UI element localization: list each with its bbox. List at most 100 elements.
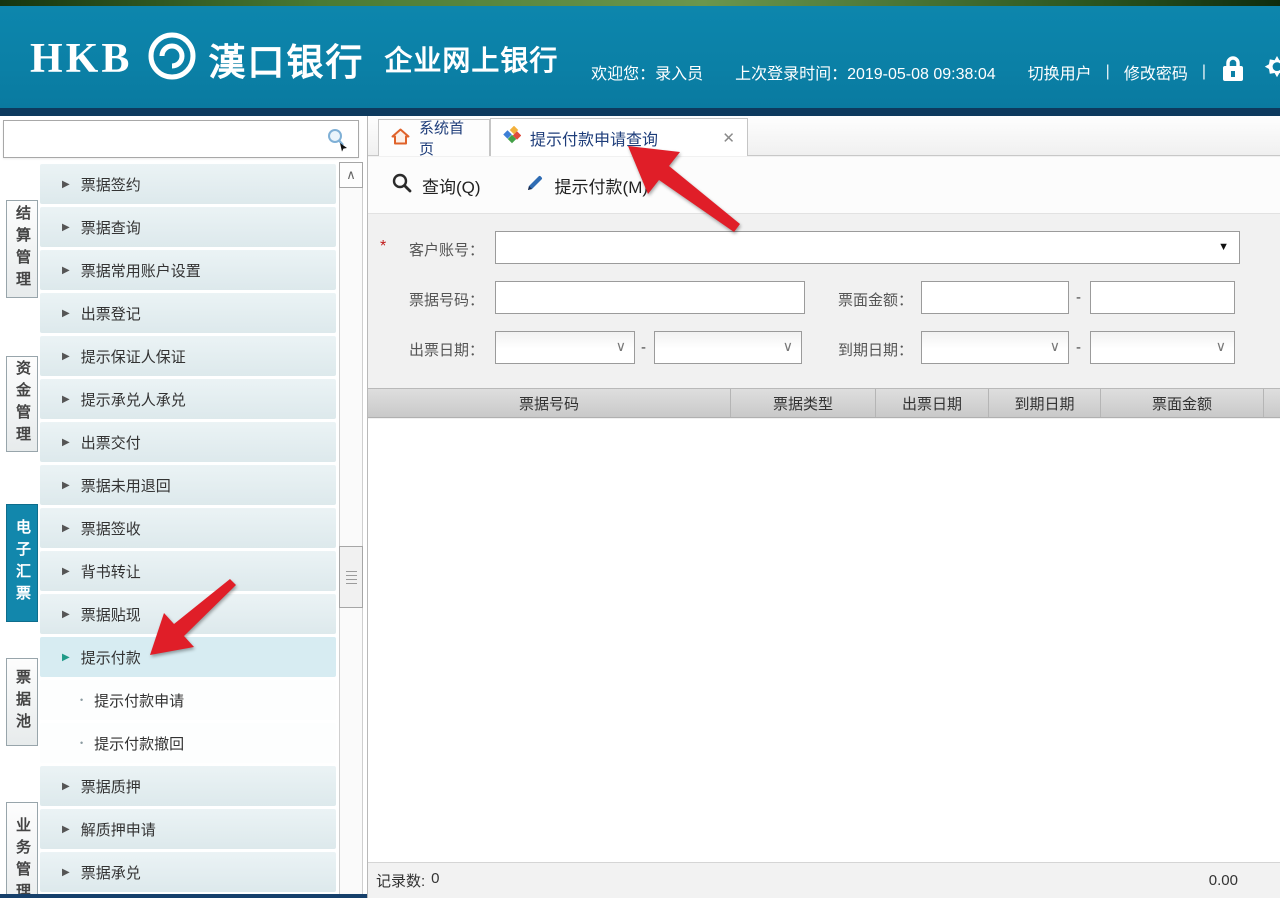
grip-lines-icon [346, 571, 357, 585]
menu-item-pledge[interactable]: ▶票据质押 [40, 766, 336, 806]
menu-item-payment-prompt[interactable]: ▶提示付款 [40, 637, 336, 677]
search-icon [392, 173, 412, 198]
menu-item-issue-deliver[interactable]: ▶出票交付 [40, 422, 336, 462]
column-header-bill-type[interactable]: 票据类型 [731, 389, 876, 417]
switch-user-link[interactable]: 切换用户 [1028, 60, 1092, 84]
caret-right-icon: ▶ [62, 480, 70, 491]
chevron-down-icon: ∨ [1216, 338, 1226, 355]
account-dropdown[interactable]: ▼ [495, 231, 1240, 264]
dropdown-arrow-icon: ▼ [1218, 241, 1229, 253]
separator: | [1106, 63, 1110, 81]
close-icon[interactable]: ✕ [722, 129, 735, 147]
caret-right-icon: ▶ [62, 824, 70, 835]
total-amount: 0.00 [1209, 872, 1238, 889]
menu-item-bill-query[interactable]: ▶票据查询 [40, 207, 336, 247]
menu-item-endorse[interactable]: ▶背书转让 [40, 551, 336, 591]
caret-right-icon: ▶ [62, 781, 70, 792]
main-area: 系统首页 提示付款申请查询 ✕ [368, 116, 1280, 898]
caret-right-icon: ▶ [62, 351, 70, 362]
query-form: * 客户账号： ▼ 票据号码： 票面金额： - 出票日期： ∨ - ∨ 到期日期… [368, 214, 1280, 378]
hkb-logo-text: HKB [30, 35, 132, 83]
scrollbar-thumb[interactable] [339, 546, 363, 608]
query-button[interactable]: 查询(Q) [392, 173, 481, 198]
lock-icon[interactable] [1220, 55, 1246, 88]
app-window: HKB 漢口银行 企业网上银行 欢迎您：录入员 上次登录时间：2019-05-0… [0, 0, 1280, 898]
menu-item-unused-return[interactable]: ▶票据未用退回 [40, 465, 336, 505]
menu-item-bill-receive[interactable]: ▶票据签收 [40, 508, 336, 548]
menu-item-payment-withdraw[interactable]: •提示付款撤回 [40, 723, 336, 763]
navy-divider [0, 108, 1280, 116]
toolbar: 查询(Q) 提示付款(M) [368, 157, 1280, 214]
caret-right-icon: ▶ [62, 566, 70, 577]
chevron-down-icon: ∨ [1050, 338, 1060, 355]
menu-search-box[interactable] [3, 120, 359, 158]
payment-button-label: 提示付款(M) [555, 173, 648, 198]
bill-no-input[interactable] [495, 281, 805, 314]
chevron-down-icon: ∨ [616, 338, 626, 355]
clover-icon [503, 126, 521, 149]
record-count-label: 记录数: [376, 870, 425, 891]
gear-icon[interactable] [1260, 52, 1280, 91]
column-header-bill-no[interactable]: 票据号码 [368, 389, 731, 417]
due-date-to-select[interactable]: ∨ [1090, 331, 1235, 364]
sidebar-tab-settlement[interactable]: 结算管理 [6, 200, 38, 298]
issue-date-to-select[interactable]: ∨ [654, 331, 802, 364]
last-login-text: 上次登录时间：2019-05-08 09:38:04 [735, 60, 996, 84]
welcome-text: 欢迎您：录入员 [591, 60, 703, 84]
column-header-due-date[interactable]: 到期日期 [989, 389, 1101, 417]
caret-right-icon: ▶ [62, 437, 70, 448]
range-dash: - [641, 339, 646, 356]
tab-strip: 系统首页 提示付款申请查询 ✕ [368, 116, 1280, 156]
menu-item-bill-accept[interactable]: ▶票据承兑 [40, 852, 336, 892]
caret-right-icon: ▶ [62, 867, 70, 878]
results-table-header: 票据号码 票据类型 出票日期 到期日期 票面金额 [368, 388, 1280, 418]
home-icon [391, 128, 410, 149]
range-dash: - [1076, 339, 1081, 356]
caret-right-icon: ▶ [62, 523, 70, 534]
bank-name: 漢口银行 [208, 32, 364, 86]
sidebar-tab-ebill[interactable]: 电子汇票 [6, 504, 38, 622]
sidebar: 结算管理 资金管理 电子汇票 票据池 业务管理 ▶票据签约 ▶票据查询 ▶票据常… [0, 116, 368, 898]
menu-item-bill-sign[interactable]: ▶票据签约 [40, 164, 336, 204]
menu-item-discount[interactable]: ▶票据贴现 [40, 594, 336, 634]
payment-button[interactable]: 提示付款(M) [525, 173, 648, 198]
tab-payment-query[interactable]: 提示付款申请查询 ✕ [490, 118, 748, 156]
record-count: 记录数: 0 [376, 870, 440, 891]
tab-home[interactable]: 系统首页 [378, 119, 490, 156]
issue-date-from-select[interactable]: ∨ [495, 331, 635, 364]
sidebar-menu: ▶票据签约 ▶票据查询 ▶票据常用账户设置 ▶出票登记 ▶提示保证人保证 ▶提示… [40, 164, 336, 895]
caret-right-icon: ▶ [62, 265, 70, 276]
scroll-up-button[interactable]: ∧ [339, 162, 363, 188]
menu-item-acceptor[interactable]: ▶提示承兑人承兑 [40, 379, 336, 419]
sidebar-bottom-strip [0, 894, 368, 898]
column-header-amount[interactable]: 票面金额 [1101, 389, 1264, 417]
caret-right-icon: ▶ [62, 222, 70, 233]
menu-item-common-account[interactable]: ▶票据常用账户设置 [40, 250, 336, 290]
record-count-value: 0 [431, 870, 439, 891]
sidebar-tab-business[interactable]: 业务管理 [6, 802, 38, 898]
menu-item-payment-apply[interactable]: •提示付款申请 [40, 680, 336, 720]
column-header-issue-date[interactable]: 出票日期 [876, 389, 989, 417]
change-password-link[interactable]: 修改密码 [1124, 60, 1188, 84]
menu-item-guarantor[interactable]: ▶提示保证人保证 [40, 336, 336, 376]
caret-right-icon: ▶ [62, 652, 70, 663]
menu-item-unpledge-apply[interactable]: ▶解质押申请 [40, 809, 336, 849]
bill-no-label: 票据号码： [378, 289, 484, 310]
scrollbar-track[interactable] [339, 188, 363, 898]
issue-date-label: 出票日期： [378, 339, 484, 360]
range-dash: - [1076, 289, 1081, 306]
chevron-down-icon: ∨ [783, 338, 793, 355]
caret-right-icon: ▶ [62, 394, 70, 405]
amount-max-input[interactable] [1090, 281, 1235, 314]
menu-search-input[interactable] [12, 125, 312, 153]
search-cursor-icon[interactable] [326, 128, 348, 152]
due-date-from-select[interactable]: ∨ [921, 331, 1069, 364]
sidebar-tab-funds[interactable]: 资金管理 [6, 356, 38, 452]
amount-min-input[interactable] [921, 281, 1069, 314]
bank-logo-icon [146, 30, 198, 87]
menu-item-issue-register[interactable]: ▶出票登记 [40, 293, 336, 333]
sidebar-tab-billpool[interactable]: 票据池 [6, 658, 38, 746]
header-right: 欢迎您：录入员 上次登录时间：2019-05-08 09:38:04 切换用户 … [591, 52, 1280, 91]
portal-name: 企业网上银行 [384, 39, 558, 79]
brand-block: HKB 漢口银行 企业网上银行 [30, 30, 558, 87]
